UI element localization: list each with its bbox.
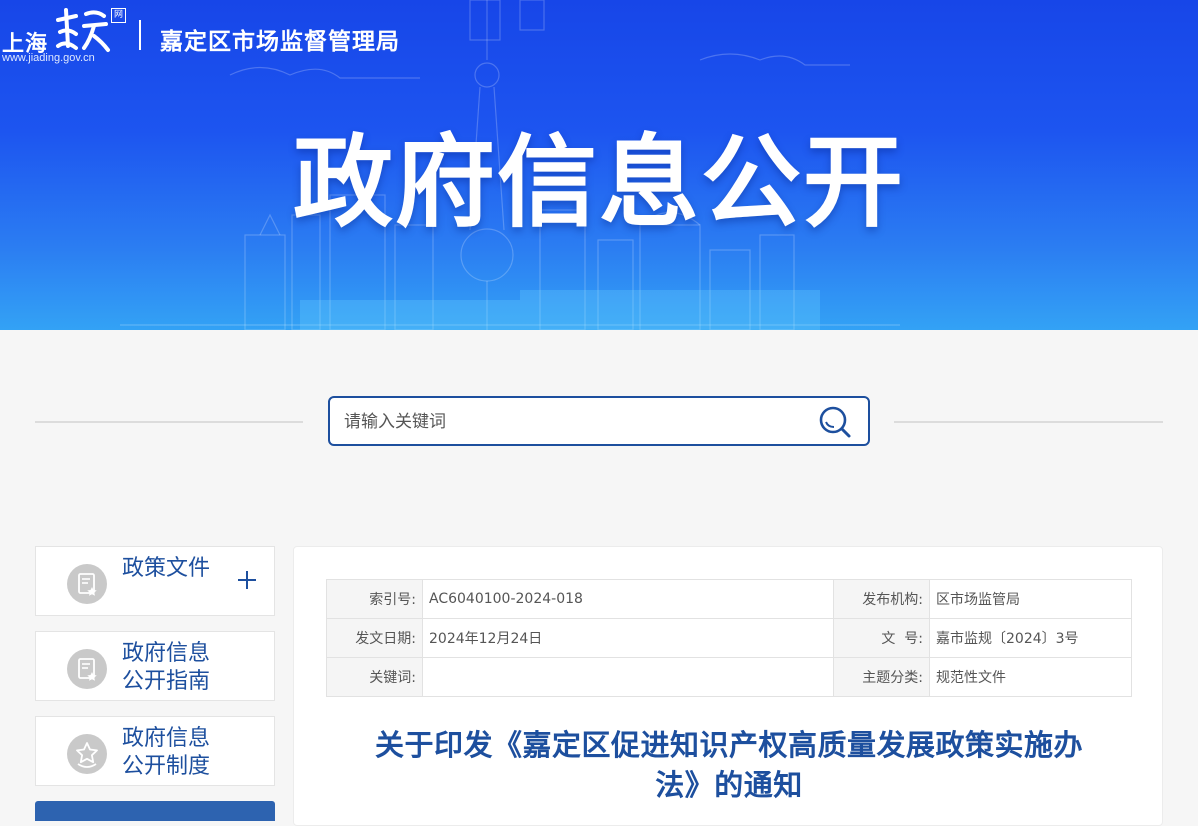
site-logo[interactable]: 上海 网 www.jiading.gov.cn: [2, 6, 132, 68]
sidebar-item-policy-documents[interactable]: 政策文件: [35, 546, 275, 616]
banner-title: 政府信息公开: [293, 124, 905, 241]
badge-star-icon: [67, 734, 107, 774]
sidebar-item-disclosure-system[interactable]: 政府信息 公开制度: [35, 716, 275, 786]
table-row: 索引号: AC6040100-2024-018 发布机构: 区市场监管局: [326, 579, 1132, 619]
index-number-label: 索引号:: [326, 579, 423, 619]
sidebar-item-label-line2: 公开制度: [122, 754, 211, 779]
document-star-icon: [67, 649, 107, 689]
issue-date-value: 2024年12月24日: [422, 618, 834, 658]
sidebar-item-label-line1: 政府信息: [122, 641, 211, 666]
table-row: 关键词: 主题分类: 规范性文件: [326, 657, 1132, 697]
keywords-label: 关键词:: [326, 657, 423, 697]
sidebar-item-disclosure-guide[interactable]: 政府信息 公开指南: [35, 631, 275, 701]
search-bar: [328, 396, 870, 446]
logo-url-text: www.jiading.gov.cn: [2, 52, 95, 64]
sidebar-item-label-line1: 政府信息: [122, 726, 211, 751]
search-button[interactable]: [816, 404, 854, 440]
document-star-icon: [67, 564, 107, 604]
document-panel: 索引号: AC6040100-2024-018 发布机构: 区市场监管局 发文日…: [293, 546, 1163, 826]
plus-icon[interactable]: [236, 569, 258, 591]
document-number-value: 嘉市监规〔2024〕3号: [929, 618, 1132, 658]
table-row: 发文日期: 2024年12月24日 文 号: 嘉市监规〔2024〕3号: [326, 618, 1132, 658]
topic-category-value: 规范性文件: [929, 657, 1132, 697]
document-title: 关于印发《嘉定区促进知识产权高质量发展政策实施办 法》的通知: [324, 725, 1134, 805]
search-input[interactable]: [344, 408, 804, 436]
keywords-value: [422, 657, 834, 697]
index-number-value: AC6040100-2024-018: [422, 579, 834, 619]
jiading-calligraphy-logo: [56, 8, 110, 52]
document-number-label: 文 号:: [833, 618, 930, 658]
sidebar-item-label: 政策文件: [122, 556, 211, 581]
header-banner: 上海 网 www.jiading.gov.cn 嘉定区市场监督管理局 政府信息公…: [0, 0, 1198, 330]
issue-date-label: 发文日期:: [326, 618, 423, 658]
publisher-value: 区市场监管局: [929, 579, 1132, 619]
search-divider-left: [35, 421, 303, 423]
publisher-label: 发布机构:: [833, 579, 930, 619]
logo-seal-badge: 网: [111, 8, 126, 23]
topic-category-label: 主题分类:: [833, 657, 930, 697]
search-divider-right: [894, 421, 1163, 423]
bureau-name[interactable]: 嘉定区市场监督管理局: [160, 22, 400, 56]
sidebar-item-active[interactable]: [35, 801, 275, 821]
document-title-line1: 关于印发《嘉定区促进知识产权高质量发展政策实施办: [374, 728, 1083, 762]
sidebar-item-label-line2: 公开指南: [122, 669, 211, 694]
header-divider: [139, 20, 141, 50]
document-metadata-table: 索引号: AC6040100-2024-018 发布机构: 区市场监管局 发文日…: [326, 579, 1132, 697]
search-icon: [819, 406, 851, 438]
document-title-line2: 法》的通知: [655, 768, 803, 802]
